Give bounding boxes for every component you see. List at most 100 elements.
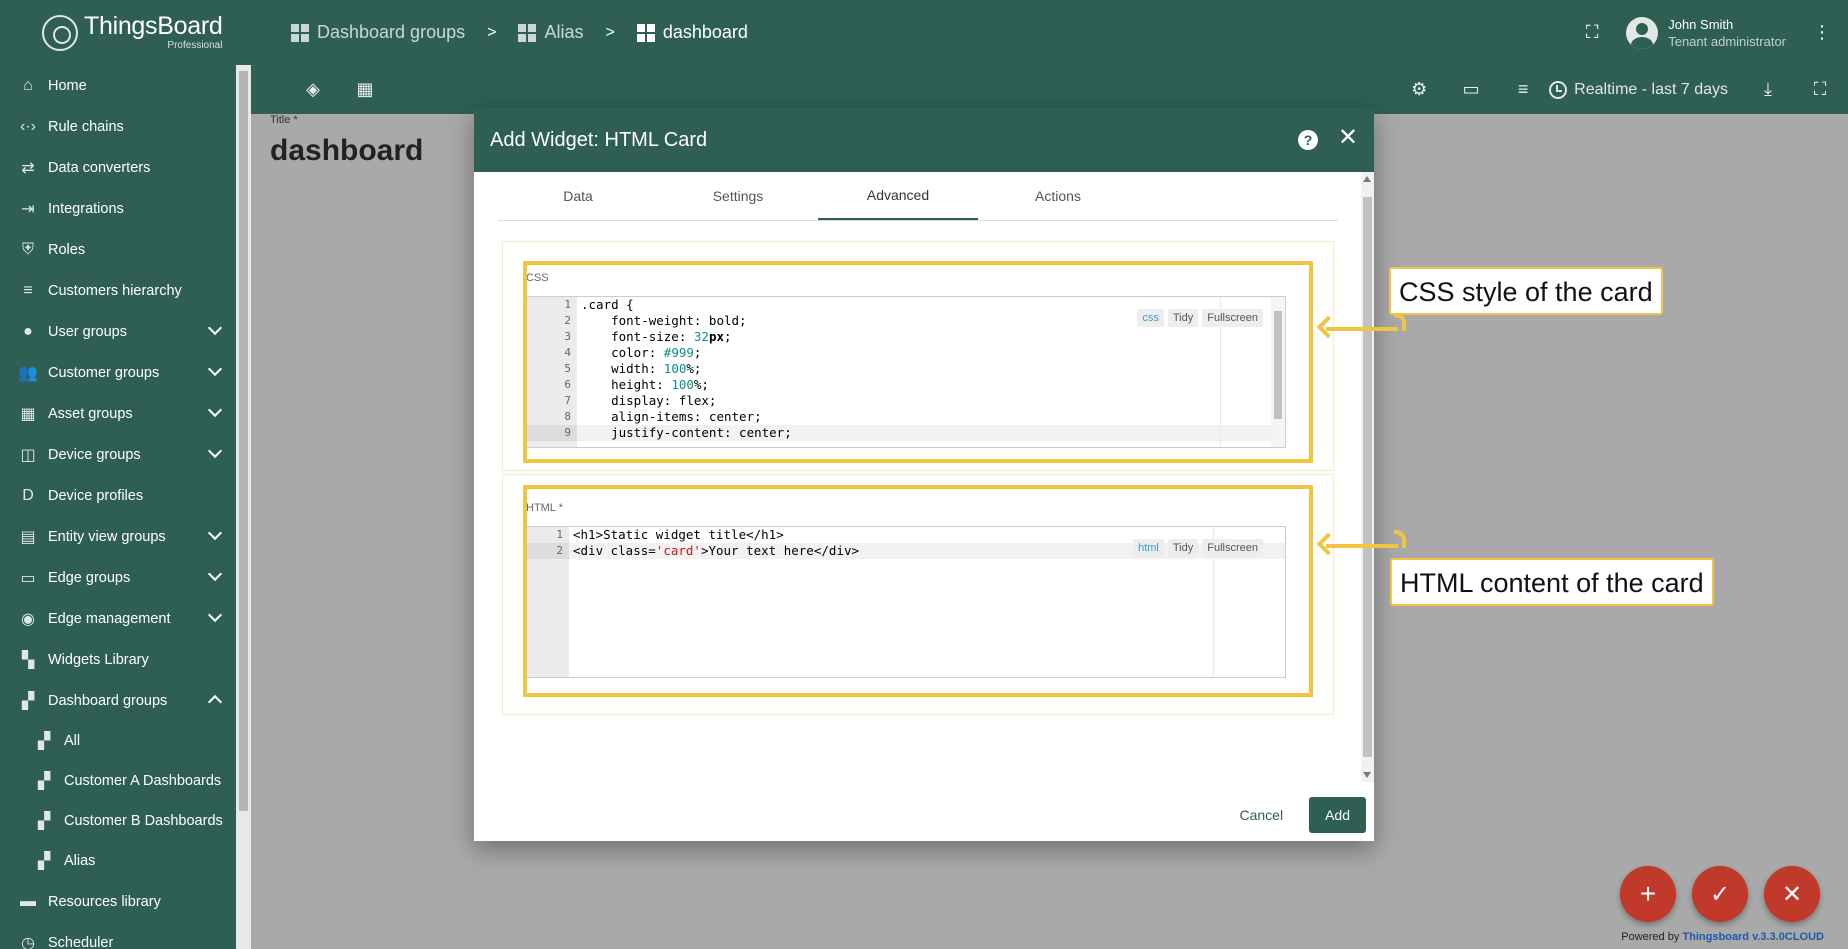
- download-icon[interactable]: ⤓: [1748, 70, 1788, 110]
- sidebar-item-device-profiles[interactable]: D Device profiles: [0, 475, 236, 516]
- dashboard-toolbar: ◈ ▦ ⚙ ▭ ≡ Realtime - last 7 days ⤓ ⛶: [251, 65, 1848, 114]
- sidebar-scrollbar[interactable]: [236, 65, 251, 949]
- sidebar-item-integrations[interactable]: ⇥ Integrations: [0, 188, 236, 229]
- chevron-down-icon: [207, 320, 223, 336]
- html-callout-label: HTML content of the card: [1390, 558, 1714, 606]
- breadcrumb-alias[interactable]: Alias: [518, 22, 583, 43]
- sidebar-item-label: Resources library: [48, 893, 161, 910]
- sidebar-item-edge-management[interactable]: ◉ Edge management: [0, 598, 236, 639]
- sidebar-item-user-groups[interactable]: ● User groups: [0, 311, 236, 352]
- sidebar-item-label: Customer B Dashboards: [64, 813, 223, 829]
- check-icon: ✓: [1709, 880, 1731, 908]
- sidebar-item-dashboard-groups[interactable]: ▞ Dashboard groups: [0, 680, 236, 721]
- sidebar-item-home[interactable]: ⌂ Home: [0, 65, 236, 106]
- breadcrumb-dashboard: dashboard: [636, 22, 748, 43]
- html-highlight-box: [523, 485, 1313, 697]
- chevron-down-icon: [207, 361, 223, 377]
- sidebar-item-widgets-library[interactable]: ▚ Widgets Library: [0, 639, 236, 680]
- cancel-fab[interactable]: ✕: [1764, 866, 1820, 922]
- widgets-icon: ▚: [21, 651, 35, 669]
- hierarchy-icon: ≡: [23, 281, 33, 299]
- folder-icon: ▬: [20, 892, 36, 910]
- gear-icon[interactable]: ⚙: [1399, 70, 1439, 110]
- brand[interactable]: ThingsBoard Professional: [0, 0, 251, 65]
- sidebar-nav: ⌂ Home ‹·› Rule chains ⇄ Data converters ⇥ Inte…: [0, 65, 236, 949]
- dashboard-icon: ▞: [37, 773, 51, 790]
- dashboard-icon: [636, 23, 655, 42]
- sidebar-item-asset-groups[interactable]: ▦ Asset groups: [0, 393, 236, 434]
- tab-advanced[interactable]: Advanced: [818, 172, 978, 220]
- chevron-up-icon: [207, 694, 223, 710]
- schedule-icon: ◷: [21, 934, 35, 949]
- dashboard-icon: ▞: [37, 733, 51, 750]
- sidebar-item-label: Home: [48, 77, 87, 94]
- sidebar-item-label: Widgets Library: [48, 651, 149, 668]
- sidebar: ThingsBoard Professional ⌂ Home ‹·› Rule ch…: [0, 0, 251, 949]
- sidebar-item-entity-view-groups[interactable]: ▤ Entity view groups: [0, 516, 236, 557]
- sidebar-item-customers-hierarchy[interactable]: ≡ Customers hierarchy: [0, 270, 236, 311]
- sidebar-item-label: Dashboard groups: [48, 692, 168, 709]
- save-fab[interactable]: ✓: [1692, 866, 1748, 922]
- close-icon[interactable]: ✕: [1338, 126, 1358, 150]
- sidebar-item-resources-library[interactable]: ▬ Resources library: [0, 881, 236, 922]
- sidebar-item-label: Customers hierarchy: [48, 282, 182, 299]
- time-window-selector[interactable]: Realtime - last 7 days: [1549, 80, 1728, 99]
- title-label: Title *: [270, 114, 298, 126]
- sidebar-item-customer-groups[interactable]: 👥 Customer groups: [0, 352, 236, 393]
- breadcrumb-dashboard-groups[interactable]: Dashboard groups: [291, 22, 465, 43]
- chevron-down-icon: [207, 566, 223, 582]
- cancel-button[interactable]: Cancel: [1225, 799, 1297, 831]
- dialog-header: Add Widget: HTML Card ? ✕: [474, 108, 1374, 172]
- sidebar-item-label: All: [64, 733, 81, 749]
- sidebar-item-device-groups[interactable]: ◫ Device groups: [0, 434, 236, 475]
- tab-actions[interactable]: Actions: [978, 172, 1138, 220]
- sidebar-item-edge-groups[interactable]: ▭ Edge groups: [0, 557, 236, 598]
- dashboard-icon: ▞: [21, 692, 35, 710]
- dashboard-icon: [518, 23, 537, 42]
- sidebar-item-label: Scheduler: [48, 934, 114, 949]
- sidebar-subitem-customer-b-dashboards[interactable]: ▞ Customer B Dashboards: [0, 801, 236, 841]
- view-layout-icon[interactable]: ▦: [345, 70, 385, 110]
- chevron-down-icon: [207, 525, 223, 541]
- devices-layout-icon[interactable]: ▭: [1451, 70, 1491, 110]
- sidebar-item-data-converters[interactable]: ⇄ Data converters: [0, 147, 236, 188]
- filter-icon[interactable]: ≡: [1503, 70, 1543, 110]
- sidebar-subitem-alias[interactable]: ▞ Alias: [0, 841, 236, 881]
- dashboard-title[interactable]: dashboard: [270, 134, 423, 168]
- converter-icon: ⇄: [21, 159, 35, 177]
- dialog-scrollbar[interactable]: [1361, 172, 1374, 782]
- fullscreen-icon[interactable]: ⛶: [1800, 70, 1840, 110]
- sidebar-item-label: Edge management: [48, 610, 171, 627]
- version-link[interactable]: Thingsboard v.3.3.0CLOUD: [1682, 931, 1824, 943]
- sidebar-item-scheduler[interactable]: ◷ Scheduler: [0, 922, 236, 949]
- tab-settings[interactable]: Settings: [658, 172, 818, 220]
- add-widget-fab[interactable]: +: [1620, 866, 1676, 922]
- widget-config-tabs: Data Settings Advanced Actions: [498, 172, 1338, 221]
- css-callout-label: CSS style of the card: [1389, 267, 1663, 315]
- fullscreen-icon[interactable]: ⛶: [1572, 13, 1612, 53]
- dialog-title: Add Widget: HTML Card: [490, 128, 708, 151]
- sidebar-subitem-all[interactable]: ▞ All: [0, 721, 236, 761]
- avatar[interactable]: [1626, 16, 1659, 49]
- sidebar-item-rule-chains[interactable]: ‹·› Rule chains: [0, 106, 236, 147]
- chevron-down-icon: [207, 402, 223, 418]
- layers-icon[interactable]: ◈: [293, 70, 333, 110]
- dashboard-icon: ▞: [37, 853, 51, 870]
- more-vert-icon[interactable]: ⋮: [1802, 13, 1842, 53]
- help-icon[interactable]: ?: [1298, 130, 1318, 150]
- add-button[interactable]: Add: [1309, 797, 1366, 833]
- sidebar-item-label: User groups: [48, 323, 127, 340]
- sidebar-item-label: Integrations: [48, 200, 124, 217]
- router-icon: ▭: [20, 569, 36, 587]
- sidebar-item-label: Rule chains: [48, 118, 124, 135]
- sidebar-item-roles[interactable]: ⛨ Roles: [0, 229, 236, 270]
- user-name: John Smith: [1668, 16, 1734, 32]
- wifi-tethering-icon: ◉: [21, 610, 35, 628]
- css-callout-arrow: [1316, 313, 1406, 339]
- people-icon: 👥: [18, 364, 38, 382]
- clock-icon: [1549, 80, 1568, 99]
- sidebar-subitem-customer-a-dashboards[interactable]: ▞ Customer A Dashboards: [0, 761, 236, 801]
- breadcrumb-separator: >: [605, 23, 615, 41]
- tab-data[interactable]: Data: [498, 172, 658, 220]
- integration-icon: ⇥: [21, 200, 35, 218]
